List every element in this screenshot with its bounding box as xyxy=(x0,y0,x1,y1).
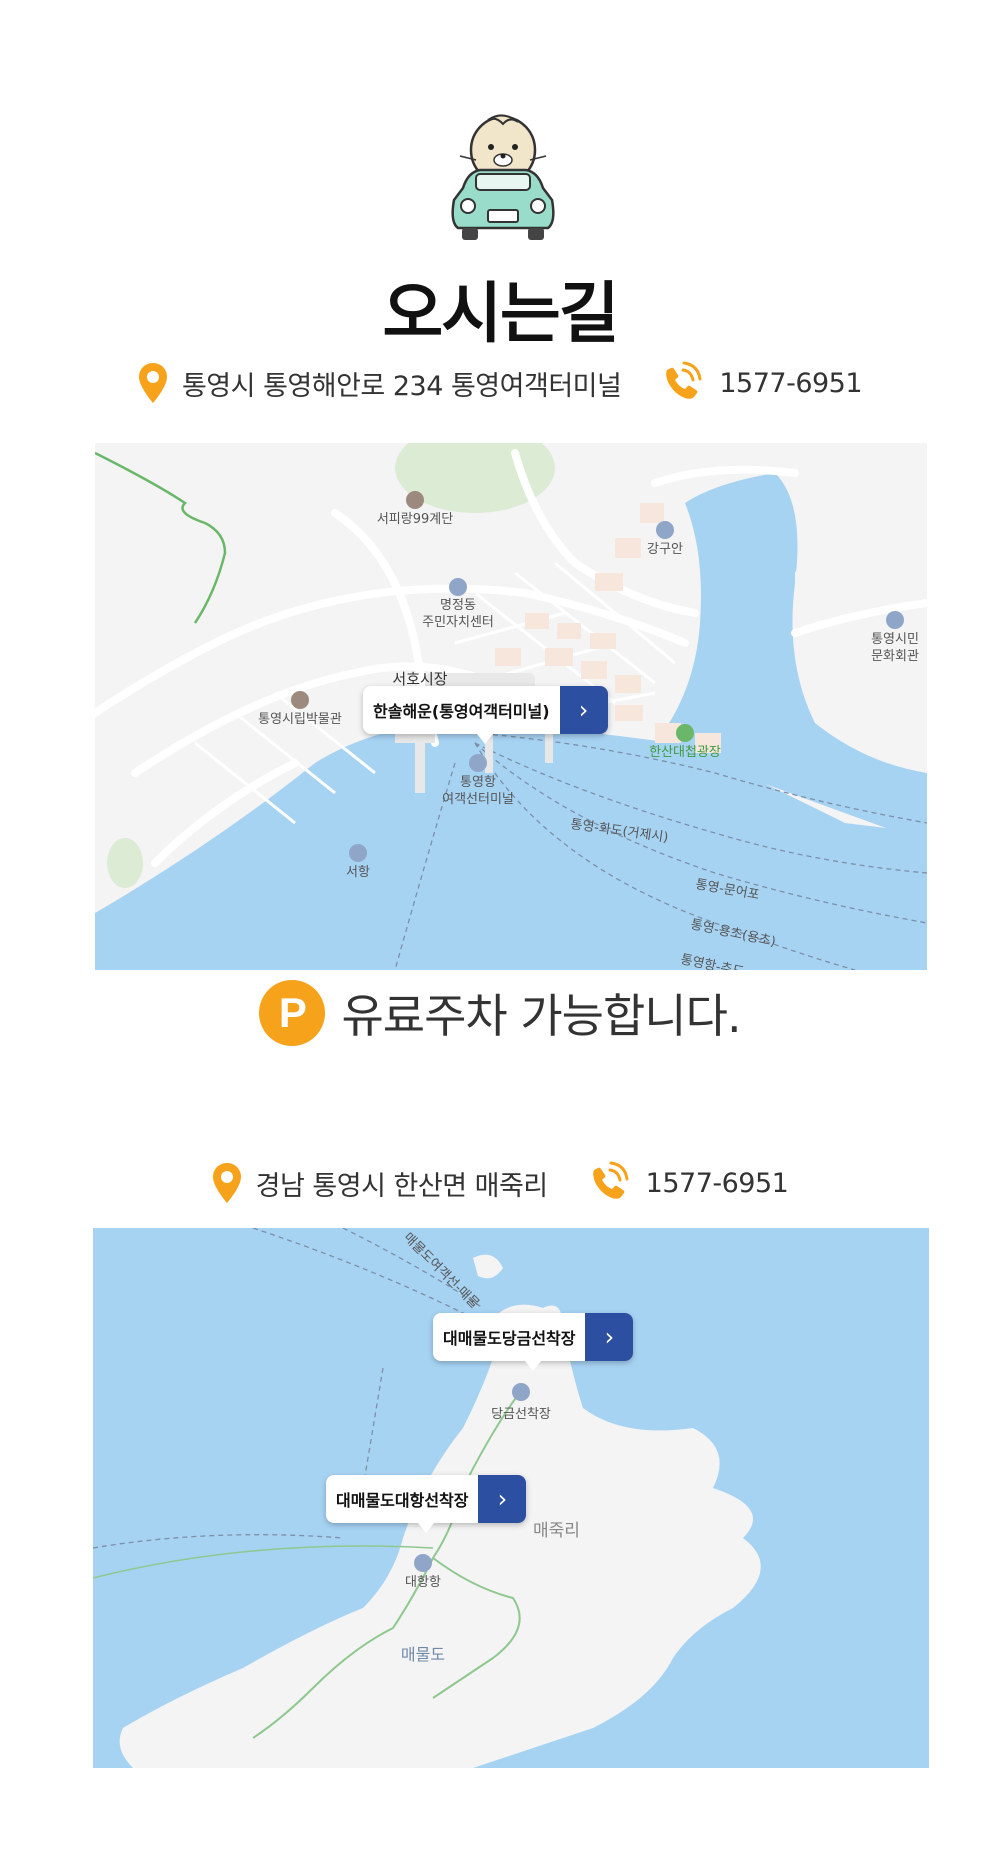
map-label-seopirang: 서피랑99계단 xyxy=(377,512,453,527)
location1-info: 통영시 통영해안로 234 통영여객터미널 1577-6951 xyxy=(0,360,1000,406)
terminal-callout-label: 한솔해운(통영여객터미널) xyxy=(373,702,550,721)
map-label-ganguan: 강구안 xyxy=(647,542,683,557)
location-pin-icon xyxy=(212,1162,242,1204)
location-pin-icon xyxy=(138,362,168,404)
chevron-right-icon[interactable]: › xyxy=(478,1475,527,1523)
danggeum-callout[interactable]: 대매물도당금선착장 › xyxy=(433,1313,634,1371)
map-label-myeongjeong1: 명정동 xyxy=(440,598,476,613)
map-label-maejukri: 매죽리 xyxy=(533,1521,580,1541)
terminal-callout[interactable]: 한솔해운(통영여객터미널) › xyxy=(363,686,608,744)
parking-icon: P xyxy=(259,980,326,1046)
map-label-hansan-square: 한산대첩광장 xyxy=(649,745,721,760)
map-label-danggeum: 당금선착장 xyxy=(491,1407,551,1422)
map-label-seohang: 서항 xyxy=(346,865,370,880)
driver-car-illustration xyxy=(448,110,558,250)
phone-icon xyxy=(586,1160,632,1206)
chevron-right-icon[interactable]: › xyxy=(559,686,608,734)
danggeum-callout-label: 대매물도당금선착장 xyxy=(443,1329,576,1348)
location2-info: 경남 통영시 한산면 매죽리 1577-6951 xyxy=(0,1160,1000,1206)
map-label-maemuldo: 매물도 xyxy=(401,1645,445,1664)
map-label-myeongjeong2: 주민자치센터 xyxy=(422,615,494,630)
daehang-callout[interactable]: 대매물도대항선착장 › xyxy=(326,1475,527,1533)
chevron-right-icon[interactable]: › xyxy=(585,1313,634,1361)
map-label-cultural1: 통영시민 xyxy=(871,632,919,647)
location2-phone: 1577-6951 xyxy=(645,1167,789,1199)
location1-phone: 1577-6951 xyxy=(719,367,863,399)
parking-text: 유료주차 가능합니다. xyxy=(341,989,741,1043)
map-label-terminal2: 여객선터미널 xyxy=(442,792,514,807)
page-title: 오시는길 xyxy=(382,275,620,352)
location2-address: 경남 통영시 한산면 매죽리 xyxy=(255,1170,549,1202)
island-map[interactable]: 매물도여객선-매물 당금선착장 매죽리 대항항 매물도 대매물도당금선착장 › … xyxy=(93,1228,929,1768)
terminal-map[interactable]: 서피랑99계단 강구안 명정동 주민자치센터 서호시장 통영시립박물관 통영시민… xyxy=(95,443,927,970)
phone-icon xyxy=(659,360,705,406)
location1-address: 통영시 통영해안로 234 통영여객터미널 xyxy=(181,370,622,402)
map-label-museum: 통영시립박물관 xyxy=(258,712,342,727)
map-label-terminal1: 통영항 xyxy=(460,775,496,790)
parking-notice: P 유료주차 가능합니다. xyxy=(0,980,1000,1046)
map-label-cultural2: 문화회관 xyxy=(871,649,919,664)
map-label-daehang: 대항항 xyxy=(405,1575,441,1590)
daehang-callout-label: 대매물도대항선착장 xyxy=(336,1491,469,1510)
